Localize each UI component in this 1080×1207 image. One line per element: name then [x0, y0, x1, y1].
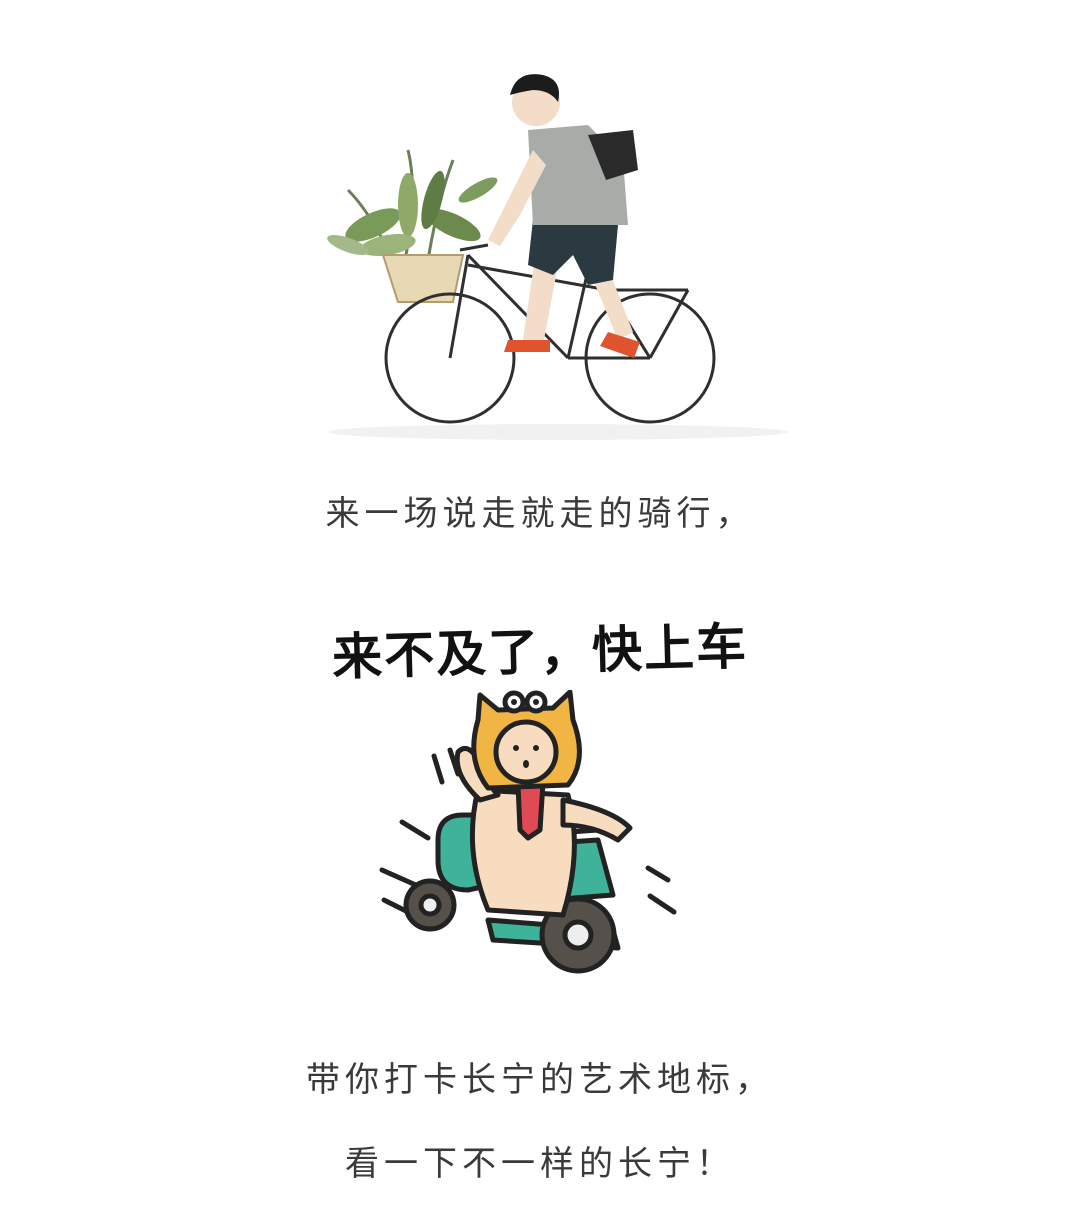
tricycle-character-illustration — [379, 690, 677, 974]
rider — [488, 74, 640, 358]
cyclist-illustration — [327, 74, 788, 440]
caption-line-2: 带你打卡长宁的艺术地标， — [306, 1060, 774, 1100]
caption-line-1: 来一场说走就走的骑行， — [325, 494, 755, 534]
caption-line-3: 看一下不一样的长宁！ — [345, 1144, 735, 1184]
plant-basket — [327, 149, 498, 303]
sticker-title: 来不及了，快上车 — [331, 617, 749, 687]
